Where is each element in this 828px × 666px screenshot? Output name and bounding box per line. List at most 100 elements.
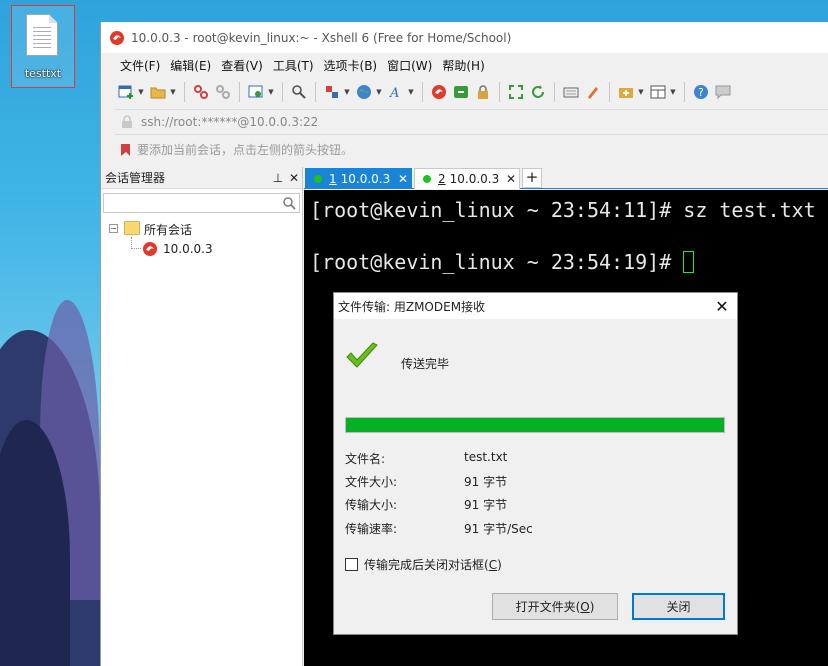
collapse-icon[interactable]: − bbox=[109, 224, 118, 233]
toolbar: ▼ ▼ ▼ ▼ ▼ A ▼ ▼ ▼ ? bbox=[101, 77, 828, 107]
file-transfer-dialog: 文件传输: 用ZMODEM接收 ✕ 传送完毕 文件名: test.txt 文件大… bbox=[333, 292, 738, 635]
transfer-rate-value: 91 字节/Sec bbox=[464, 522, 533, 536]
disconnect-icon[interactable] bbox=[213, 82, 233, 102]
highlight-icon[interactable] bbox=[583, 82, 603, 102]
new-tab-button[interactable]: + bbox=[522, 168, 542, 188]
properties-dropdown[interactable]: ▼ bbox=[267, 82, 275, 102]
checkbox-accelerator: C bbox=[488, 557, 498, 572]
connected-status-icon bbox=[314, 175, 322, 183]
transfer-dropdown[interactable]: ▼ bbox=[343, 82, 351, 102]
lock-icon bbox=[122, 115, 132, 128]
open-folder-accelerator: O bbox=[580, 599, 590, 614]
refresh-icon[interactable] bbox=[528, 82, 548, 102]
session-search-input[interactable] bbox=[103, 193, 300, 213]
tab-label: 10.0.0.3 bbox=[449, 172, 500, 186]
file-size-label: 文件大小: bbox=[345, 475, 398, 489]
globe-dropdown[interactable]: ▼ bbox=[375, 82, 383, 102]
desktop-file-icon[interactable]: testtxt bbox=[11, 5, 75, 88]
checkbox-label: 传输完成后关闭对话框 bbox=[364, 558, 485, 572]
svg-text:A: A bbox=[389, 86, 399, 100]
hint-text: 要添加当前会话，点击左侧的箭头按钮。 bbox=[137, 143, 354, 157]
svg-text:?: ? bbox=[698, 86, 704, 99]
layout-dropdown[interactable]: ▼ bbox=[669, 82, 677, 102]
dialog-title-bar[interactable]: 文件传输: 用ZMODEM接收 ✕ bbox=[334, 293, 737, 319]
session-manager-header: 会话管理器 ⊥ ✕ bbox=[101, 167, 302, 189]
menu-file[interactable]: 文件(F) bbox=[115, 57, 165, 74]
menu-edit[interactable]: 编辑(E) bbox=[165, 57, 216, 74]
tree-item-all-sessions[interactable]: − 所有会话 bbox=[101, 219, 302, 239]
transfer-rate-label: 传输速率: bbox=[345, 522, 398, 536]
title-bar[interactable]: 10.0.0.3 - root@kevin_linux:~ - Xshell 6… bbox=[101, 22, 828, 53]
desktop-wallpaper-art bbox=[0, 300, 100, 666]
close-icon[interactable]: ✕ bbox=[503, 172, 519, 186]
filename-label: 文件名: bbox=[345, 452, 386, 466]
menu-view[interactable]: 查看(V) bbox=[216, 57, 268, 74]
session-tree: − 所有会话 10.0.0.3 bbox=[101, 219, 302, 259]
font-icon[interactable]: A bbox=[386, 82, 406, 102]
address-bar[interactable]: ssh://root:******@10.0.0.3:22 bbox=[115, 109, 828, 135]
fullscreen-icon[interactable] bbox=[506, 82, 526, 102]
terminal-line: [root@kevin_linux ~ 23:54:11]# sz test.t… bbox=[310, 198, 816, 222]
properties-icon[interactable] bbox=[246, 82, 266, 102]
bookmark-arrow-icon[interactable] bbox=[119, 143, 133, 157]
xshell-icon bbox=[110, 30, 124, 45]
close-on-complete-checkbox[interactable] bbox=[345, 558, 358, 571]
session-manager-close-button[interactable]: ✕ bbox=[286, 171, 302, 185]
dialog-close-button[interactable]: ✕ bbox=[707, 297, 737, 316]
close-icon[interactable]: ✕ bbox=[395, 172, 411, 186]
menu-window[interactable]: 窗口(W) bbox=[382, 57, 437, 74]
tab-session-1[interactable]: 1 10.0.0.3 ✕ bbox=[305, 168, 412, 189]
transfer-icon[interactable] bbox=[322, 82, 342, 102]
new-session-dropdown[interactable]: ▼ bbox=[137, 82, 145, 102]
open-folder-button[interactable]: 打开文件夹(O) bbox=[492, 593, 618, 620]
session-manager-title: 会话管理器 bbox=[105, 171, 166, 185]
lock-icon[interactable] bbox=[473, 82, 493, 102]
menu-tabs[interactable]: 选项卡(B) bbox=[319, 57, 383, 74]
menu-help[interactable]: 帮助(H) bbox=[437, 57, 489, 74]
new-session-icon[interactable] bbox=[116, 82, 136, 102]
globe-icon[interactable] bbox=[354, 82, 374, 102]
folder-icon bbox=[124, 221, 140, 235]
file-size-value: 91 字节 bbox=[464, 475, 508, 489]
tree-item-label: 所有会话 bbox=[144, 222, 193, 237]
filename-value: test.txt bbox=[464, 450, 508, 464]
help-icon[interactable]: ? bbox=[691, 82, 711, 102]
connected-status-icon bbox=[423, 175, 431, 183]
search-icon[interactable] bbox=[282, 196, 296, 210]
keyboard-icon[interactable] bbox=[561, 82, 581, 102]
chat-icon[interactable] bbox=[713, 82, 733, 102]
menu-bar: 文件(F) 编辑(E) 查看(V) 工具(T) 选项卡(B) 窗口(W) 帮助(… bbox=[101, 53, 828, 77]
progress-fill bbox=[346, 418, 724, 432]
script-dropdown[interactable]: ▼ bbox=[637, 82, 645, 102]
font-dropdown[interactable]: ▼ bbox=[407, 82, 415, 102]
session-manager: 会话管理器 ⊥ ✕ − 所有会话 10.0.0.3 bbox=[101, 167, 303, 666]
close-button-label: 关闭 bbox=[666, 600, 691, 614]
tab-session-2[interactable]: 2 10.0.0.3 ✕ bbox=[414, 168, 520, 189]
transfer-status: 传送完毕 bbox=[401, 357, 450, 371]
open-folder-icon[interactable] bbox=[148, 82, 168, 102]
close-on-complete-option[interactable]: 传输完成后关闭对话框(C) bbox=[345, 556, 502, 573]
terminal-prompt: [root@kevin_linux ~ 23:54:19]# bbox=[310, 250, 684, 274]
open-dropdown[interactable]: ▼ bbox=[169, 82, 177, 102]
transferred-size-label: 传输大小: bbox=[345, 498, 398, 512]
text-file-icon bbox=[26, 14, 58, 56]
pin-icon[interactable]: ⊥ bbox=[270, 171, 286, 185]
find-icon[interactable] bbox=[289, 82, 309, 102]
dialog-title: 文件传输: 用ZMODEM接收 bbox=[338, 299, 486, 314]
tree-item-host[interactable]: 10.0.0.3 bbox=[101, 239, 302, 259]
menu-tools[interactable]: 工具(T) bbox=[268, 57, 319, 74]
hint-bar: 要添加当前会话，点击左侧的箭头按钮。 bbox=[115, 137, 828, 162]
xftp-icon[interactable] bbox=[451, 82, 471, 102]
checkmark-icon bbox=[346, 342, 378, 368]
tab-number: 2 bbox=[438, 172, 446, 186]
transferred-size-value: 91 字节 bbox=[464, 498, 508, 512]
xshell-icon[interactable] bbox=[429, 82, 449, 102]
terminal-cursor bbox=[683, 251, 695, 273]
close-button[interactable]: 关闭 bbox=[632, 593, 725, 620]
script-icon[interactable] bbox=[616, 82, 636, 102]
layout-icon[interactable] bbox=[648, 82, 668, 102]
address-text: ssh://root:******@10.0.0.3:22 bbox=[141, 115, 319, 129]
connect-icon[interactable] bbox=[191, 82, 211, 102]
terminal-line: [root@kevin_linux ~ 23:54:19]# bbox=[310, 250, 695, 274]
tab-label: 10.0.0.3 bbox=[340, 172, 391, 186]
